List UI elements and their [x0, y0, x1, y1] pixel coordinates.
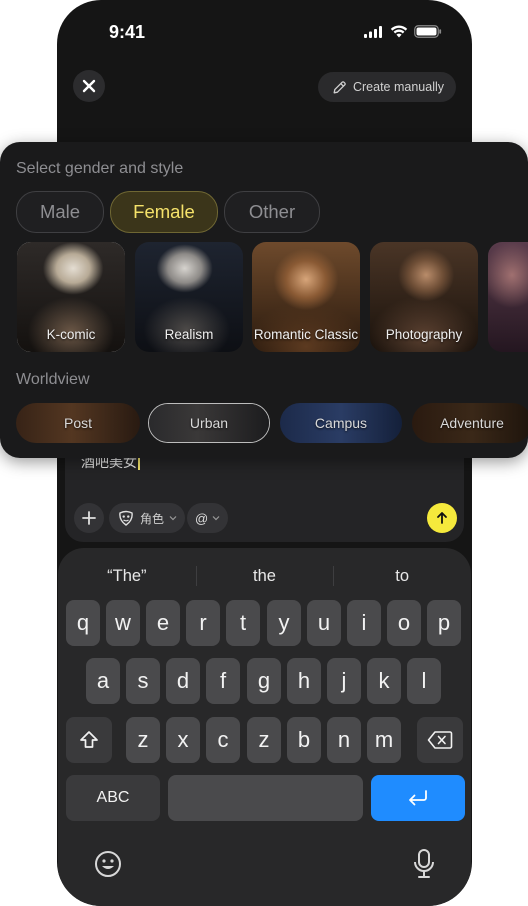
- return-key[interactable]: [371, 775, 465, 821]
- key-d[interactable]: d: [166, 658, 200, 704]
- chevron-down-icon: [169, 516, 177, 521]
- status-icons: [364, 25, 442, 38]
- key-b[interactable]: b: [287, 717, 321, 763]
- key-r[interactable]: r: [186, 600, 220, 646]
- key-e[interactable]: e: [146, 600, 180, 646]
- style-card-photography[interactable]: Photography: [370, 242, 478, 352]
- key-o[interactable]: o: [387, 600, 421, 646]
- gender-option-female[interactable]: Female: [110, 191, 218, 233]
- emoji-button[interactable]: [92, 848, 124, 880]
- close-icon: [82, 79, 96, 93]
- create-manually-label: Create manually: [352, 80, 444, 94]
- worldview-option-adventure[interactable]: Adventure: [412, 403, 528, 443]
- chevron-down-icon: [212, 516, 220, 521]
- status-time: 9:41: [109, 22, 146, 42]
- abc-key[interactable]: ABC: [66, 775, 160, 821]
- style-card-romantic-classic[interactable]: Romantic Classic: [252, 242, 360, 352]
- key-i[interactable]: i: [347, 600, 381, 646]
- worldview-label: Urban: [189, 415, 229, 431]
- key-n[interactable]: n: [327, 717, 361, 763]
- backspace-key[interactable]: [417, 717, 463, 763]
- suggestion-item[interactable]: “The”: [58, 562, 196, 590]
- key-w[interactable]: w: [106, 600, 140, 646]
- dictation-button[interactable]: [408, 848, 440, 880]
- style-thumbnail: [488, 242, 528, 352]
- text-caret: [138, 456, 140, 471]
- gender-style-title: Select gender and style: [16, 160, 184, 177]
- pencil-icon: [333, 80, 346, 93]
- create-manually-button[interactable]: Create manually: [317, 72, 456, 102]
- key-m[interactable]: m: [367, 717, 401, 763]
- key-y[interactable]: y: [267, 600, 301, 646]
- key-s[interactable]: s: [126, 658, 160, 704]
- style-card-label: K-comic: [46, 327, 96, 342]
- mention-label: @: [195, 510, 209, 526]
- mask-icon: [119, 510, 133, 526]
- worldview-label: Adventure: [440, 415, 504, 431]
- key-z[interactable]: z: [126, 717, 160, 763]
- gender-style-panel: Select gender and style Male Female Othe…: [0, 142, 528, 458]
- key-p[interactable]: p: [427, 600, 461, 646]
- send-button[interactable]: [427, 503, 457, 533]
- suggestion-item[interactable]: to: [333, 562, 471, 590]
- microphone-icon: [414, 849, 434, 878]
- style-card-more[interactable]: [488, 242, 528, 352]
- plus-icon: [82, 511, 96, 525]
- role-selector[interactable]: 角色: [109, 503, 186, 533]
- space-key[interactable]: [168, 775, 363, 821]
- worldview-option-post[interactable]: Post: [16, 403, 140, 443]
- key-c[interactable]: c: [206, 717, 240, 763]
- arrow-up-icon: [437, 512, 447, 524]
- key-x[interactable]: x: [166, 717, 200, 763]
- key-z-second[interactable]: z: [247, 717, 281, 763]
- worldview-option-campus[interactable]: Campus: [280, 403, 402, 443]
- style-card-k-comic[interactable]: K-comic: [17, 242, 125, 352]
- mention-selector[interactable]: @: [187, 503, 229, 533]
- return-icon: [409, 790, 427, 806]
- key-t[interactable]: t: [226, 600, 260, 646]
- key-a[interactable]: a: [86, 658, 120, 704]
- role-label: 角色: [140, 511, 165, 526]
- worldview-option-urban[interactable]: Urban: [148, 403, 270, 443]
- key-l[interactable]: l: [407, 658, 441, 704]
- shift-icon: [80, 731, 98, 748]
- worldview-label: Campus: [314, 415, 368, 431]
- worldview-title: Worldview: [16, 371, 90, 388]
- key-u[interactable]: u: [307, 600, 341, 646]
- cellular-signal-icon: [364, 25, 382, 38]
- style-card-label: Photography: [385, 327, 463, 342]
- key-f[interactable]: f: [206, 658, 240, 704]
- suggestion-bar: “The” the to: [58, 562, 471, 590]
- style-card-realism[interactable]: Realism: [135, 242, 243, 352]
- style-card-label: Realism: [164, 327, 214, 342]
- battery-icon: [414, 25, 442, 38]
- wifi-icon: [390, 25, 408, 38]
- add-button[interactable]: [74, 503, 104, 533]
- close-button[interactable]: [73, 70, 105, 102]
- suggestion-item[interactable]: the: [195, 562, 334, 590]
- worldview-label: Post: [63, 415, 92, 431]
- key-j[interactable]: j: [327, 658, 361, 704]
- gender-option-other[interactable]: Other: [224, 191, 320, 233]
- key-k[interactable]: k: [367, 658, 401, 704]
- emoji-icon: [95, 851, 121, 877]
- key-q[interactable]: q: [66, 600, 100, 646]
- gender-option-male[interactable]: Male: [16, 191, 104, 233]
- key-h[interactable]: h: [287, 658, 321, 704]
- backspace-icon: [427, 731, 453, 749]
- style-card-label: Romantic Classic: [253, 327, 359, 342]
- keyboard: “The” the to q w e r t y u i o p a s d f…: [58, 548, 471, 906]
- key-g[interactable]: g: [247, 658, 281, 704]
- shift-key[interactable]: [66, 717, 112, 763]
